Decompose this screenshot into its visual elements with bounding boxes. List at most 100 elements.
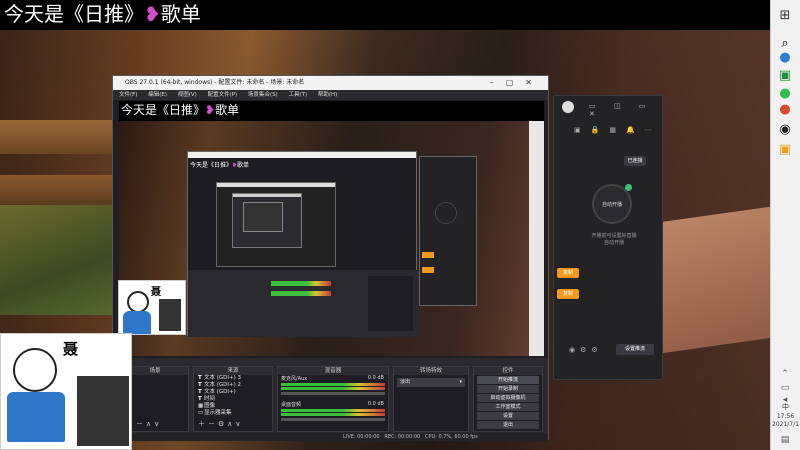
edge-icon[interactable]: ● <box>775 48 795 68</box>
windows-start-icon[interactable]: ⊞ <box>775 6 795 26</box>
wooden-rail-lower <box>0 175 115 205</box>
controls-header: 控件 <box>474 367 542 375</box>
obs-titlebar[interactable]: OBS 27.0.1 (64-bit, windows) - 配置文件: 未命名… <box>113 76 548 90</box>
copy-button-2[interactable]: 复制 <box>557 289 579 299</box>
transition-selected: 淡出 <box>400 379 411 385</box>
source-item[interactable]: T 文本 (GDI+) <box>194 389 272 396</box>
window-controls[interactable]: –▢✕ <box>490 76 544 90</box>
live-time: LIVE: 00:00:00 <box>343 434 380 440</box>
app-window-controls[interactable]: ▭ ◫ ▭ ✕ <box>589 102 662 118</box>
outdoor-view <box>0 205 115 315</box>
app-hint-2: 自动开播 <box>603 240 624 246</box>
streaming-app-icon[interactable]: ▣ <box>775 140 795 160</box>
transitions-dock[interactable]: 转场特效 淡出 ▾ <box>393 366 469 432</box>
overlay-title-text: 今天是《日推》 <box>4 2 144 26</box>
obs-icon[interactable]: ◉ <box>775 120 795 140</box>
nested-obs-mirror-1: 今天是《日推》❥歌单 <box>187 151 418 337</box>
sources-dock[interactable]: 来源 T 文本 (GDI+) 3 T 文本 (GDI+) 2 T 文本 (GDI+) … <box>193 366 273 432</box>
source-label: 文本 (GDI+) <box>204 389 236 395</box>
nested-title: 今天是《日推》❥歌单 <box>190 160 249 169</box>
nested-docks <box>188 270 418 337</box>
source-controls[interactable]: ＋－⚙∧∨ <box>198 419 244 429</box>
mixer-dock[interactable]: 混音器 麦克风/Aux 0.0 dB 桌面音频 0.0 dB <box>277 366 389 432</box>
menu-tools[interactable]: 工具(T) <box>288 92 307 98</box>
transitions-header: 转场特效 <box>394 367 468 375</box>
exit-button[interactable]: 退出 <box>477 421 539 429</box>
nested-title-suffix: 歌单 <box>237 162 250 169</box>
channel-level: 0.0 dB <box>367 375 384 381</box>
clock-date[interactable]: 2021/7/1 <box>772 421 799 428</box>
app-avatar[interactable] <box>562 101 574 113</box>
source-label: 文本 (GDI+) 2 <box>204 382 242 388</box>
source-item[interactable]: T 文本 (GDI+) 2 <box>194 382 272 389</box>
wooden-rail <box>0 120 115 154</box>
volume-meter <box>281 383 385 386</box>
mixer-channel: 桌面音频 0.0 dB <box>278 401 388 408</box>
nested-app-mirror <box>419 156 477 306</box>
auto-start-label: 自动开播 <box>601 202 622 208</box>
virtual-camera-button[interactable]: 启动虚拟摄像机 <box>477 394 539 402</box>
avatar-name: 聂 <box>63 340 79 358</box>
stream-settings-button[interactable]: 设置推流 <box>616 344 654 355</box>
source-item[interactable]: ▭显示器采集 <box>194 410 272 417</box>
source-item[interactable]: ▦图像 <box>194 403 272 410</box>
excel-icon[interactable]: ▣ <box>775 66 795 86</box>
menu-help[interactable]: 帮助(H) <box>318 92 337 98</box>
transition-select[interactable]: 淡出 ▾ <box>397 378 465 387</box>
channel-name: 桌面音频 <box>281 402 302 408</box>
mixer-header: 混音器 <box>278 367 388 375</box>
menu-view[interactable]: 视图(V) <box>178 92 197 98</box>
source-label: 文本 (GDI+) 3 <box>204 375 242 381</box>
volume-meter <box>281 387 385 390</box>
nested-obs-mirror-2 <box>216 182 336 267</box>
app-toolbar-icons[interactable]: ▣🔒▦🔔⋯ <box>574 126 662 134</box>
channel-level: 0.0 dB <box>367 401 384 407</box>
volume-slider[interactable] <box>281 392 385 395</box>
menu-scene-collection[interactable]: 场景集合(S) <box>248 92 278 98</box>
preview-title-text: 今天是《日推》 <box>121 103 206 117</box>
obs-menubar[interactable]: 文件(F) 编辑(E) 视图(V) 配置文件(P) 场景集合(S) 工具(T) … <box>113 90 548 100</box>
volume-meter <box>281 413 385 416</box>
start-streaming-button[interactable]: 开始推流 <box>477 376 539 384</box>
settings-button[interactable]: 设置 <box>477 412 539 420</box>
menu-edit[interactable]: 编辑(E) <box>148 92 167 98</box>
nested-title-text: 今天是《日推》 <box>190 162 233 169</box>
source-label: 显示器采集 <box>204 410 232 416</box>
menu-file[interactable]: 文件(F) <box>119 92 137 98</box>
stream-overlay-title: 今天是《日推》❥歌单 <box>0 0 770 28</box>
menu-profile[interactable]: 配置文件(P) <box>208 92 238 98</box>
notification-icon[interactable]: ▤ <box>775 430 795 450</box>
input-language[interactable]: 中 <box>772 402 799 412</box>
streaming-assistant-app[interactable]: ▭ ◫ ▭ ✕ ▣🔒▦🔔⋯ 已连接 自动开播 开播前可设置好直播 自动开播 复制… <box>553 95 663 380</box>
overlay-title-suffix: 歌单 <box>160 2 201 26</box>
mixer-channel: 麦克风/Aux 0.0 dB <box>278 375 388 382</box>
volume-slider[interactable] <box>281 418 385 421</box>
chevron-down-icon: ▾ <box>459 379 462 385</box>
preview-title-suffix: 歌单 <box>215 103 240 117</box>
obs-statusbar: LIVE: 00:00:00 REC: 00:00:00 CPU: 0.7%, … <box>113 433 548 441</box>
obs-window[interactable]: OBS 27.0.1 (64-bit, windows) - 配置文件: 未命名… <box>112 75 549 441</box>
copy-button-1[interactable]: 复制 <box>557 268 579 278</box>
avatar-frame-small: 聂 <box>118 280 186 335</box>
sources-header: 来源 <box>194 367 272 375</box>
controls-dock[interactable]: 控件 开始推流 开始录制 启动虚拟摄像机 工作室模式 设置 退出 <box>473 366 543 432</box>
source-item[interactable]: T 文本 (GDI+) 3 <box>194 375 272 382</box>
start-recording-button[interactable]: 开始录制 <box>477 385 539 393</box>
obs-docks[interactable]: 场景 ＋－∧∨ 来源 T 文本 (GDI+) 3 T 文本 (GDI+) 2 T 文本… <box>113 358 548 441</box>
avatar-frame: 聂 <box>0 333 132 450</box>
status-badge: 已连接 <box>624 156 646 166</box>
clock-time[interactable]: 17:56 <box>772 413 799 420</box>
app-bottom-icons[interactable]: ◉⚙⚙ <box>569 346 603 354</box>
preview-heart-icon: ❥ <box>205 103 216 117</box>
rec-time: REC: 00:00:00 <box>384 434 421 440</box>
avatar-name-small: 聂 <box>151 287 161 298</box>
auto-start-circle[interactable]: 自动开播 <box>592 184 632 224</box>
app-hint-1: 开播前可设置好直播 <box>591 233 637 239</box>
nested-titlebar <box>188 152 416 158</box>
studio-mode-button[interactable]: 工作室模式 <box>477 403 539 411</box>
source-label: 图像 <box>204 403 216 409</box>
app-icon[interactable]: ● <box>775 100 795 120</box>
source-label: 时间 <box>204 396 216 402</box>
channel-name: 麦克风/Aux <box>281 376 308 382</box>
source-item[interactable]: T 时间 <box>194 396 272 403</box>
